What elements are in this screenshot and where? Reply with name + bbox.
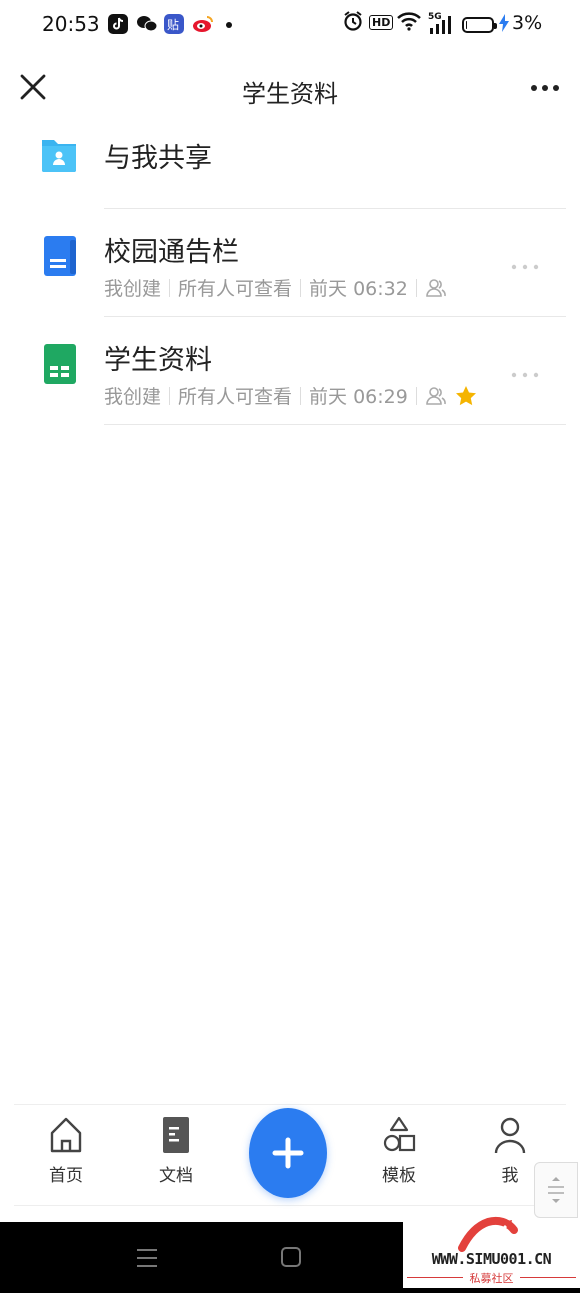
plus-icon	[272, 1137, 304, 1169]
square-icon	[281, 1247, 301, 1267]
create-button[interactable]	[249, 1108, 327, 1198]
battery-percent: 3%	[512, 12, 543, 34]
wechat-icon	[136, 14, 158, 34]
watermark-subtitle: 私募社区	[469, 1272, 514, 1285]
signal-icon	[428, 15, 452, 40]
item-visibility: 所有人可查看	[178, 386, 293, 408]
meta-separator	[300, 278, 302, 297]
scroll-handle[interactable]	[534, 1162, 578, 1218]
meta-separator	[300, 386, 302, 405]
tab-home[interactable]: 首页	[26, 1115, 106, 1186]
divider	[104, 424, 566, 425]
watermark-url: WWW.SIMU001.CN	[431, 1250, 552, 1268]
document-icon	[163, 1117, 189, 1153]
home-nav-button[interactable]	[280, 1246, 302, 1272]
item-more-button[interactable]	[510, 366, 540, 378]
doc-icon	[40, 234, 80, 282]
tab-label: 模板	[382, 1166, 416, 1186]
item-title: 与我共享	[104, 143, 212, 174]
top-bar: 学生资料	[0, 52, 580, 124]
status-time: 20:53	[42, 12, 100, 36]
person-icon	[494, 1117, 526, 1154]
wifi-icon	[396, 10, 422, 37]
item-title: 校园通告栏	[104, 237, 239, 268]
item-visibility: 所有人可查看	[178, 278, 293, 300]
item-creator: 我创建	[104, 386, 162, 408]
list-item-doc[interactable]: 校园通告栏 我创建 所有人可查看 前天 06:32	[0, 210, 580, 316]
meta-separator	[415, 278, 417, 297]
notification-dot	[226, 22, 232, 28]
tieba-icon: 贴	[164, 14, 184, 34]
menu-nav-button[interactable]	[134, 1246, 160, 1274]
svg-text:贴: 贴	[167, 18, 179, 32]
battery-level	[466, 21, 467, 29]
more-horizontal-icon	[511, 372, 539, 378]
tab-templates[interactable]: 模板	[359, 1115, 439, 1186]
sheet-icon	[40, 342, 80, 390]
battery-icon	[462, 17, 497, 33]
tab-label: 首页	[49, 1166, 83, 1186]
item-time: 前天 06:29	[309, 386, 408, 408]
weibo-icon	[192, 14, 213, 34]
item-meta: 我创建 所有人可查看 前天 06:29	[104, 382, 477, 409]
menu-icon	[137, 1249, 157, 1267]
tab-label: 文档	[159, 1166, 193, 1186]
alarm-icon	[343, 10, 363, 37]
item-meta: 我创建 所有人可查看 前天 06:32	[104, 274, 447, 301]
hd-label: HD	[369, 15, 394, 30]
item-more-button[interactable]	[510, 258, 540, 270]
more-horizontal-icon	[531, 85, 559, 91]
meta-separator	[415, 386, 417, 405]
shared-users-icon	[426, 386, 446, 405]
tab-documents[interactable]: 文档	[136, 1115, 216, 1186]
shared-users-icon	[426, 278, 446, 297]
more-button[interactable]	[530, 78, 560, 98]
meta-separator	[169, 386, 171, 405]
home-icon	[50, 1117, 82, 1153]
list-item-shared-with-me[interactable]: 与我共享	[0, 124, 580, 210]
list-item-sheet[interactable]: 学生资料 我创建 所有人可查看 前天 06:29	[0, 318, 580, 424]
shared-folder-icon	[40, 134, 78, 178]
item-time: 前天 06:32	[309, 278, 408, 300]
douyin-icon	[108, 14, 128, 34]
item-creator: 我创建	[104, 278, 162, 300]
more-horizontal-icon	[511, 264, 539, 270]
template-icon	[383, 1116, 416, 1152]
watermark: WWW.SIMU001.CN 私募社区	[403, 1216, 580, 1288]
star-icon[interactable]	[455, 385, 477, 407]
charging-icon	[498, 14, 510, 37]
item-title: 学生资料	[104, 345, 212, 376]
status-bar: 20:53 贴 HD 5G 3%	[0, 0, 580, 52]
page-title: 学生资料	[242, 80, 338, 108]
watermark-logo	[458, 1216, 518, 1252]
divider	[104, 316, 566, 317]
meta-separator	[169, 278, 171, 297]
divider	[104, 208, 566, 209]
scroll-icon	[548, 1177, 564, 1203]
